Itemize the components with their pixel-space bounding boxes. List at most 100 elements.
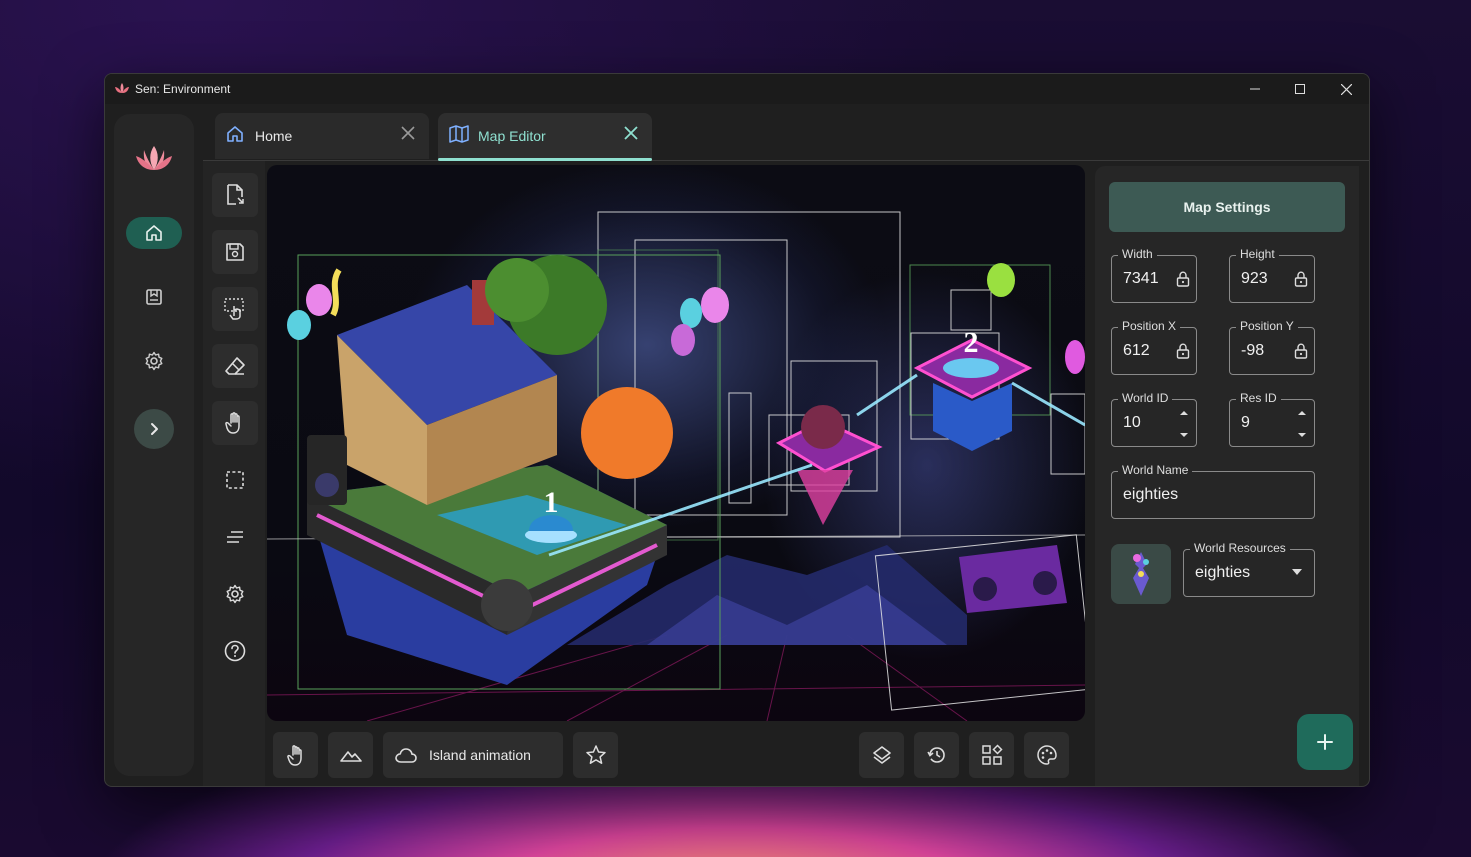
close-icon[interactable] — [624, 126, 638, 140]
window-title: Sen: Environment — [135, 82, 231, 96]
world-resources-label: World Resources — [1190, 541, 1290, 555]
height-value: 923 — [1241, 270, 1268, 287]
height-field[interactable]: Height 923 — [1229, 247, 1315, 303]
apps-grid-icon — [981, 744, 1003, 765]
map-icon — [449, 125, 469, 143]
world-name-label: World Name — [1118, 463, 1193, 477]
lines-icon — [227, 531, 243, 543]
position-x-field[interactable]: Position X 612 — [1111, 319, 1197, 375]
lock-icon[interactable] — [1176, 343, 1190, 359]
level-marker-2[interactable]: 2 — [964, 326, 979, 359]
eraser-icon — [225, 357, 245, 375]
tab-home-label: Home — [255, 128, 293, 144]
rectangle-select-button[interactable] — [212, 458, 258, 502]
map-canvas[interactable]: 1 2 — [267, 165, 1085, 721]
world-id-value: 10 — [1123, 414, 1141, 431]
hand-icon — [225, 412, 240, 434]
island-animation-label: Island animation — [429, 747, 531, 763]
lotus-logo-small — [115, 83, 129, 93]
apps-button[interactable] — [969, 732, 1014, 778]
eraser-button[interactable] — [212, 344, 258, 388]
world-id-label: World ID — [1118, 391, 1173, 405]
plus-icon — [1317, 734, 1333, 750]
width-label: Width — [1118, 247, 1157, 261]
gear-icon — [226, 584, 244, 604]
bookmark-save-icon — [146, 289, 162, 305]
palette-icon — [1036, 745, 1057, 765]
app-window: Sen: Environment Home Map Editor 1 2 Isl… — [104, 73, 1370, 787]
touch-select-icon — [224, 298, 244, 320]
position-y-label: Position Y — [1236, 319, 1298, 333]
minimize-button[interactable] — [1232, 74, 1278, 104]
tool-rail — [203, 161, 265, 786]
world-name-value: eighties — [1123, 486, 1179, 503]
world-name-field[interactable]: World Name eighties — [1111, 463, 1315, 519]
align-button[interactable] — [212, 515, 258, 559]
res-id-value: 9 — [1241, 414, 1250, 431]
level-marker-1[interactable]: 1 — [544, 486, 559, 519]
palette-button[interactable] — [1024, 732, 1069, 778]
position-y-field[interactable]: Position Y -98 — [1229, 319, 1315, 375]
close-icon[interactable] — [401, 126, 415, 140]
rail-expand-button[interactable] — [134, 409, 174, 449]
rail-home-button[interactable] — [126, 217, 182, 249]
terrain-button[interactable] — [328, 732, 373, 778]
cloud-icon — [395, 748, 417, 763]
map-settings-panel: Map Settings Width 7341 Height 923 Posit… — [1095, 166, 1359, 786]
width-field[interactable]: Width 7341 — [1111, 247, 1197, 303]
minimize-icon — [1250, 88, 1260, 90]
position-y-value: -98 — [1241, 342, 1265, 359]
add-button[interactable] — [1297, 714, 1353, 770]
rail-save-button[interactable] — [126, 281, 182, 313]
island-animation-button[interactable]: Island animation — [383, 732, 563, 778]
new-file-icon — [227, 184, 244, 205]
height-label: Height — [1236, 247, 1279, 261]
map-settings-button[interactable]: Map Settings — [1109, 182, 1345, 232]
lock-icon[interactable] — [1294, 271, 1308, 287]
lock-icon[interactable] — [1176, 271, 1190, 287]
maximize-button[interactable] — [1277, 74, 1323, 104]
lotus-logo — [136, 146, 172, 170]
lock-icon[interactable] — [1294, 343, 1308, 359]
res-id-label: Res ID — [1236, 391, 1281, 405]
res-id-field[interactable]: Res ID 9 — [1229, 391, 1315, 447]
tab-bar: Home Map Editor — [203, 104, 1369, 161]
width-value: 7341 — [1123, 270, 1159, 287]
mountain-icon — [339, 751, 362, 762]
navigation-rail — [114, 114, 194, 776]
touch-mode-button[interactable] — [273, 732, 318, 778]
dropdown-arrow-icon — [1292, 569, 1302, 575]
pan-tool-button[interactable] — [212, 401, 258, 445]
layers-button[interactable] — [859, 732, 904, 778]
tab-map-editor[interactable]: Map Editor — [438, 113, 652, 161]
world-resources-select[interactable]: World Resources eighties — [1183, 541, 1315, 597]
favorite-button[interactable] — [573, 732, 618, 778]
chevron-right-icon — [151, 423, 158, 435]
home-icon — [146, 225, 162, 241]
select-tool-button[interactable] — [212, 287, 258, 331]
help-icon — [224, 640, 246, 662]
rail-settings-button[interactable] — [126, 345, 182, 377]
save-icon — [226, 243, 244, 261]
resource-thumbnail-image — [1133, 552, 1149, 596]
maximize-icon — [1295, 84, 1305, 94]
world-id-field[interactable]: World ID 10 — [1111, 391, 1197, 447]
title-bar: Sen: Environment — [105, 74, 1369, 104]
tab-map-editor-label: Map Editor — [478, 128, 546, 144]
save-button[interactable] — [212, 230, 258, 274]
star-icon — [585, 745, 606, 764]
new-file-button[interactable] — [212, 173, 258, 217]
help-button[interactable] — [212, 629, 258, 673]
close-window-button[interactable] — [1323, 74, 1369, 104]
layers-icon — [872, 746, 891, 764]
map-scene: 1 2 — [267, 211, 1085, 721]
world-resources-thumbnail — [1111, 544, 1171, 604]
position-x-value: 612 — [1123, 342, 1150, 359]
history-button[interactable] — [914, 732, 959, 778]
spinner-arrows-icon[interactable] — [1179, 409, 1189, 439]
touch-icon — [286, 745, 302, 766]
tab-home[interactable]: Home — [215, 113, 429, 159]
spinner-arrows-icon[interactable] — [1297, 409, 1307, 439]
gear-icon — [145, 351, 163, 371]
editor-settings-button[interactable] — [212, 572, 258, 616]
